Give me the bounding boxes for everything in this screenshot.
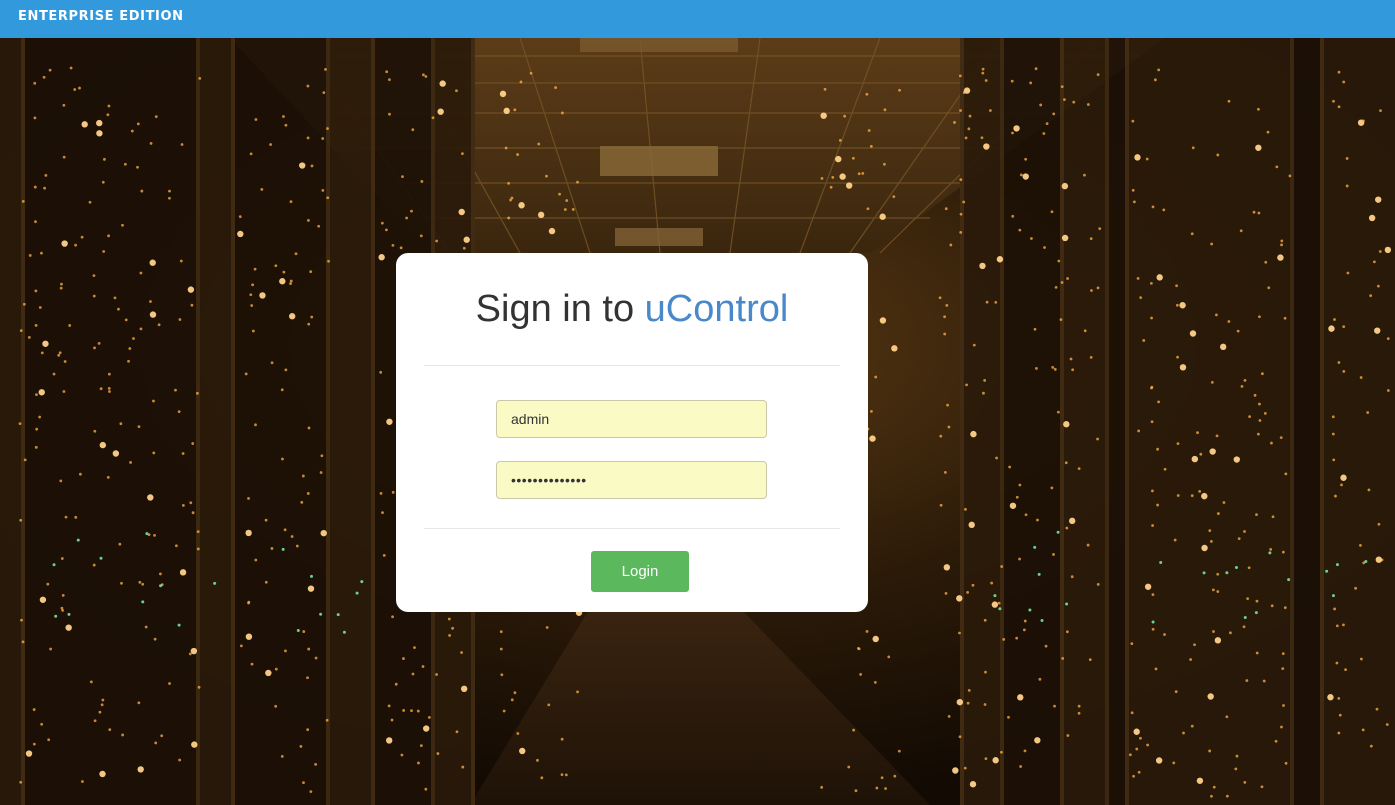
- sign-in-title: Sign in to uControl: [396, 285, 868, 333]
- username-input[interactable]: [496, 400, 767, 438]
- title-prefix: Sign in to: [475, 288, 645, 330]
- divider-bottom: [424, 528, 840, 529]
- login-button[interactable]: Login: [591, 551, 689, 592]
- brand-name: uControl: [644, 288, 789, 330]
- login-card: Sign in to uControl Login: [396, 253, 868, 612]
- password-input[interactable]: [496, 461, 767, 499]
- edition-label: ENTERPRISE EDITION: [18, 9, 184, 24]
- top-bar: ENTERPRISE EDITION: [0, 0, 1395, 38]
- divider-top: [424, 365, 840, 366]
